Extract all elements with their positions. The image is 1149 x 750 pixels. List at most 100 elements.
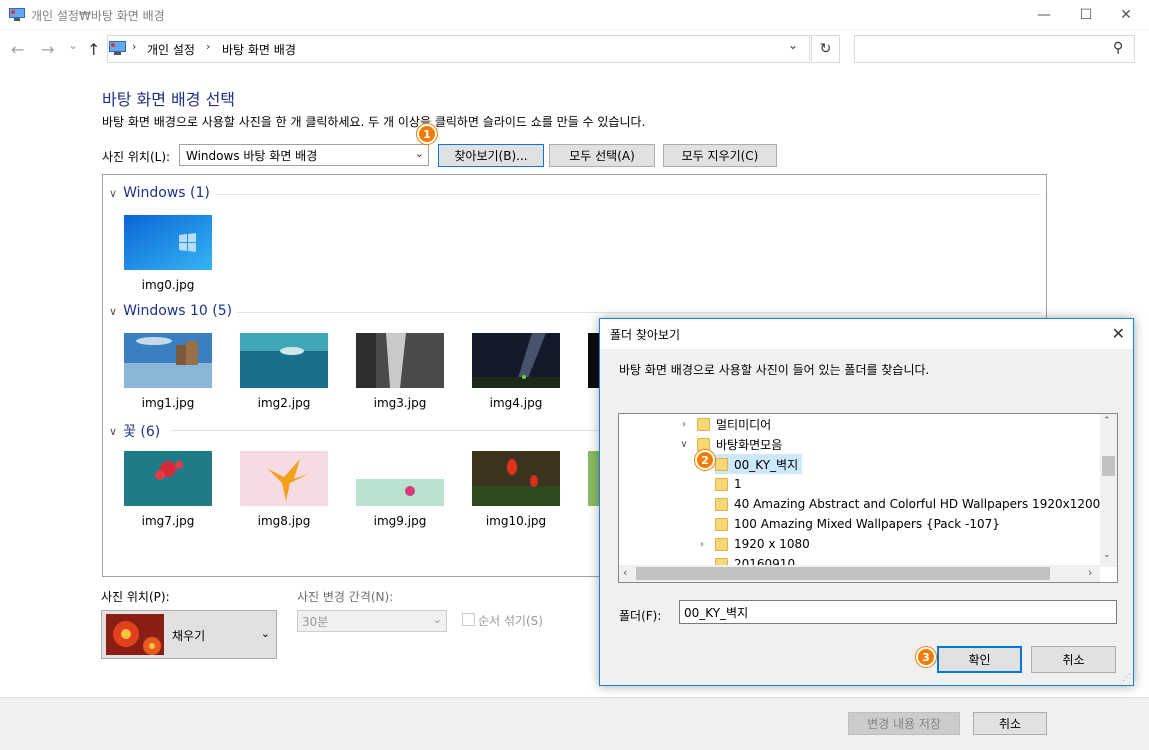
wallpaper-thumbnail[interactable] (124, 215, 212, 270)
cancel-button[interactable]: 취소 (973, 712, 1047, 735)
chevron-down-icon: ∨ (109, 304, 118, 318)
tree-item-selected[interactable]: 00_KY_벽지 (715, 454, 803, 474)
picture-position-value: 채우기 (172, 629, 206, 643)
group-header[interactable]: ∨ Windows (1) (109, 185, 210, 201)
wallpaper-thumbnail[interactable] (240, 333, 328, 388)
tree-item[interactable]: 100 Amazing Mixed Wallpapers {Pack -107} (715, 514, 1000, 534)
chevron-right-icon[interactable]: › (695, 539, 709, 550)
wallpaper-label: img3.jpg (373, 396, 427, 410)
tree-item-label: 00_KY_벽지 (734, 457, 799, 472)
folder-icon (715, 477, 728, 491)
address-bar[interactable] (107, 35, 810, 63)
wallpaper-label: img0.jpg (141, 278, 195, 292)
folder-icon (697, 417, 710, 431)
wallpaper-label: img8.jpg (257, 514, 311, 528)
group-title: 꽃 (6) (123, 424, 161, 440)
shuffle-label: 순서 섞기(S) (478, 614, 543, 628)
group-header[interactable]: ∨ Windows 10 (5) (109, 303, 232, 319)
search-icon[interactable]: ⚲ (1113, 40, 1123, 56)
picture-location-value: Windows 바탕 화면 배경 (186, 149, 318, 163)
picture-location-label: 사진 위치(L): (102, 150, 171, 164)
chevron-down-icon: ∨ (109, 424, 118, 438)
folder-icon (715, 517, 728, 531)
scroll-right-icon[interactable]: › (1088, 566, 1092, 579)
minimize-button[interactable]: — (1021, 0, 1067, 30)
wallpaper-thumbnail[interactable] (124, 451, 212, 506)
group-divider (237, 312, 1041, 313)
select-all-button[interactable]: 모두 선택(A) (549, 144, 655, 167)
scroll-left-icon[interactable]: ‹ (623, 566, 627, 579)
picture-position-label: 사진 위치(P): (101, 590, 170, 604)
recent-locations-icon[interactable]: ⌄ (68, 38, 78, 52)
save-changes-button[interactable]: 변경 내용 저장 (848, 712, 960, 735)
tree-item-label: 멀티미디어 (716, 417, 772, 432)
picture-position-select[interactable]: 채우기 ⌄ (101, 610, 277, 659)
breadcrumb-separator: › (206, 40, 211, 53)
chevron-right-icon[interactable]: › (677, 419, 691, 430)
wallpaper-thumbnail[interactable] (124, 333, 212, 388)
folder-tree[interactable]: › 멀티미디어 ∨ 바탕화면모음 00_KY_벽지 1 40 Amazing A… (618, 413, 1118, 583)
step-badge: 2 (695, 450, 715, 470)
wallpaper-label: img1.jpg (141, 396, 195, 410)
position-preview-icon (106, 614, 164, 655)
scroll-down-icon[interactable]: ⌄ (1103, 550, 1111, 560)
folder-field[interactable]: 00_KY_벽지 (679, 600, 1117, 624)
address-dropdown-icon[interactable]: ⌄ (788, 38, 798, 52)
dialog-cancel-button[interactable]: 취소 (1031, 646, 1116, 673)
scroll-up-icon[interactable]: ⌃ (1103, 416, 1111, 426)
chevron-down-icon: ⌄ (260, 627, 270, 640)
tree-item[interactable]: 40 Amazing Abstract and Colorful HD Wall… (715, 494, 1117, 514)
resize-grip-icon[interactable]: ⋰ (1122, 673, 1131, 683)
tree-item-label: 바탕화면모음 (716, 437, 783, 452)
tree-item[interactable]: › 멀티미디어 (677, 414, 771, 434)
tree-item[interactable]: ∨ 바탕화면모음 (677, 434, 782, 454)
control-panel-icon (9, 8, 25, 21)
change-interval-label: 사진 변경 간격(N): (297, 590, 394, 604)
scrollbar-thumb[interactable] (1102, 456, 1115, 476)
step-badge: 1 (417, 124, 437, 144)
up-arrow-icon[interactable]: ↑ (87, 40, 100, 59)
chevron-down-icon: ∨ (109, 186, 118, 200)
shuffle-checkbox (462, 613, 475, 626)
breadcrumb-separator: › (132, 40, 137, 53)
back-arrow-icon[interactable]: ← (11, 40, 24, 59)
group-title: Windows 10 (5) (123, 303, 233, 319)
breadcrumb-personalization[interactable]: 개인 설정 (147, 41, 195, 58)
tree-item[interactable]: 1 (715, 474, 742, 494)
folder-field-label: 폴더(F): (619, 609, 662, 623)
horizontal-scrollbar[interactable]: ‹ › (619, 565, 1100, 582)
ok-button[interactable]: 확인 (937, 646, 1022, 673)
control-panel-icon (109, 41, 126, 55)
group-header[interactable]: ∨ 꽃 (6) (109, 421, 160, 441)
search-input[interactable] (854, 35, 1135, 63)
dialog-title-bar: 폴더 찾아보기 ✕ (600, 319, 1133, 349)
refresh-button[interactable]: ↻ (811, 35, 840, 63)
clear-all-button[interactable]: 모두 지우기(C) (663, 144, 777, 167)
tree-item[interactable]: › 1920 x 1080 (695, 534, 810, 554)
browse-button[interactable]: 찾아보기(B)... (438, 144, 544, 167)
wallpaper-thumbnail[interactable] (356, 333, 444, 388)
wallpaper-label: img7.jpg (141, 514, 195, 528)
change-interval-value: 30분 (302, 615, 329, 629)
title-bar: 개인 설정₩바탕 화면 배경 — ☐ ✕ (0, 0, 1149, 30)
folder-icon (697, 437, 710, 451)
wallpaper-thumbnail[interactable] (356, 479, 444, 506)
breadcrumb-desktop-background[interactable]: 바탕 화면 배경 (222, 41, 296, 58)
chevron-down-icon: ⌄ (414, 147, 424, 160)
group-title: Windows (1) (123, 185, 210, 201)
wallpaper-thumbnail[interactable] (472, 451, 560, 506)
chevron-down-icon[interactable]: ∨ (677, 439, 691, 450)
wallpaper-thumbnail[interactable] (240, 451, 328, 506)
forward-arrow-icon[interactable]: → (41, 40, 54, 59)
scrollbar-thumb[interactable] (636, 567, 1050, 580)
close-icon[interactable]: ✕ (1112, 324, 1125, 343)
change-interval-select: 30분 ⌄ (297, 610, 447, 632)
wallpaper-thumbnail[interactable] (472, 333, 560, 388)
dialog-title: 폴더 찾아보기 (610, 328, 681, 342)
vertical-scrollbar[interactable]: ⌃ ⌄ (1100, 414, 1117, 567)
picture-location-select[interactable]: Windows 바탕 화면 배경 ⌄ (179, 144, 429, 166)
wallpaper-label: img4.jpg (489, 396, 543, 410)
close-button[interactable]: ✕ (1103, 0, 1149, 30)
page-title: 바탕 화면 배경 선택 (102, 90, 236, 109)
browse-folder-dialog: 폴더 찾아보기 ✕ 바탕 화면 배경으로 사용할 사진이 들어 있는 폴더를 찾… (599, 318, 1134, 686)
